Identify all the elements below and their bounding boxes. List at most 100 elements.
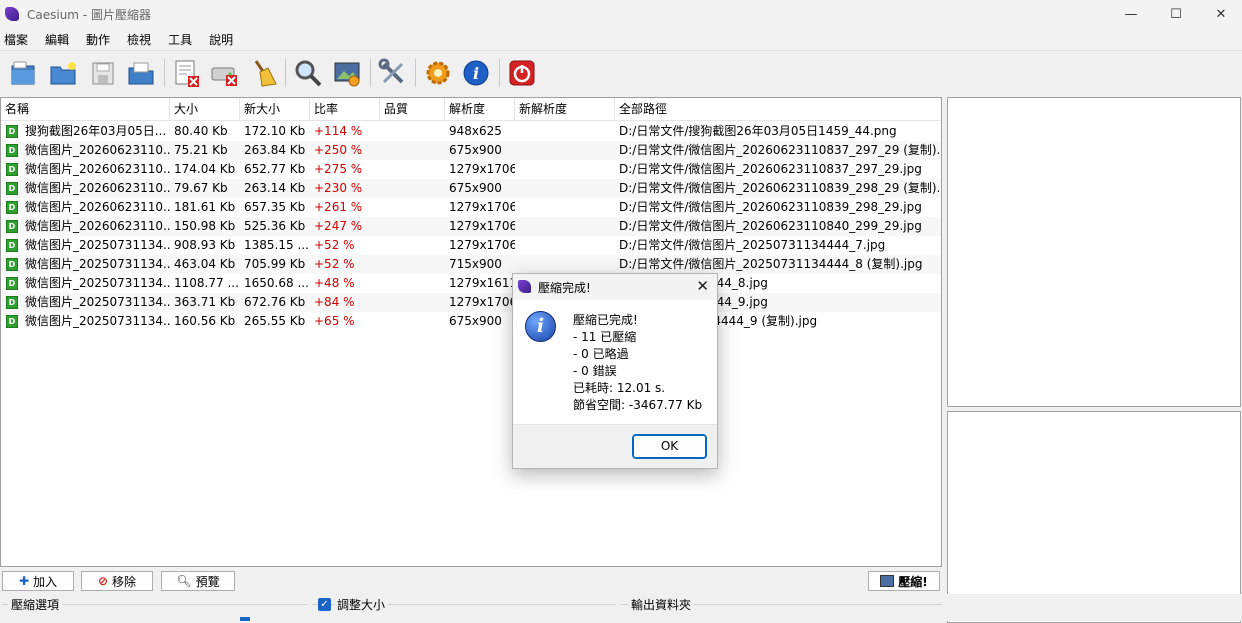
broom-icon[interactable] bbox=[247, 57, 279, 89]
cell-new-size: 672.76 Kb bbox=[244, 295, 306, 309]
save-icon[interactable] bbox=[87, 57, 119, 89]
cell-quality bbox=[384, 179, 445, 198]
cell-quality bbox=[384, 293, 445, 312]
cell-quality bbox=[384, 141, 445, 160]
cell-new-res bbox=[519, 198, 615, 217]
file-status-icon: D bbox=[6, 182, 18, 195]
caesium-logo-icon bbox=[5, 7, 19, 21]
resize-group: 調整大小 bbox=[312, 594, 616, 621]
cell-ratio: +48 % bbox=[314, 276, 355, 290]
info-icon[interactable]: i bbox=[460, 57, 492, 89]
column-quality[interactable]: 品質 bbox=[380, 98, 445, 121]
menu-file[interactable]: 檔案 bbox=[0, 31, 34, 48]
remove-button[interactable]: ⊘ 移除 bbox=[81, 571, 153, 591]
open-file-icon[interactable] bbox=[7, 57, 39, 89]
cell-name: 微信图片_20260623110... bbox=[25, 162, 170, 176]
cell-size: 908.93 Kb bbox=[174, 238, 236, 252]
table-row[interactable]: D 微信图片_20260623110... 150.98 Kb 525.36 Kb +2… bbox=[1, 217, 941, 236]
cell-name: 微信图片_20260623110... bbox=[25, 143, 170, 157]
column-resolution[interactable]: 解析度 bbox=[445, 98, 515, 121]
image-settings-icon[interactable] bbox=[331, 57, 363, 89]
output-folder-label: 輸出資料夾 bbox=[628, 596, 695, 613]
menu-action[interactable]: 動作 bbox=[82, 31, 116, 48]
cell-name: 微信图片_20260623110... bbox=[25, 219, 170, 233]
table-row[interactable]: D 微信图片_20250731134... 363.71 Kb 672.76 Kb +8… bbox=[1, 293, 941, 312]
cell-size: 174.04 Kb bbox=[174, 162, 236, 176]
column-new-resolution[interactable]: 新解析度 bbox=[515, 98, 615, 121]
compress-button[interactable]: 壓縮! bbox=[868, 571, 940, 591]
open-folder-icon[interactable] bbox=[47, 57, 79, 89]
cell-res: 1279x1706 bbox=[449, 162, 515, 176]
cell-name: 微信图片_20250731134... bbox=[25, 295, 170, 309]
options-area: 壓縮選項 調整大小 輸出資料夾 bbox=[0, 594, 1242, 621]
table-row[interactable]: D 微信图片_20260623110... 79.67 Kb 263.14 Kb +23… bbox=[1, 179, 941, 198]
clear-list-icon[interactable] bbox=[208, 57, 240, 89]
add-button[interactable]: ✚ 加入 bbox=[2, 571, 74, 591]
file-status-icon: D bbox=[6, 258, 18, 271]
cell-ratio: +261 % bbox=[314, 200, 363, 214]
file-status-icon: D bbox=[6, 220, 18, 233]
cell-name: 微信图片_20250731134... bbox=[25, 257, 170, 271]
preview-icon[interactable] bbox=[292, 57, 324, 89]
column-size[interactable]: 大小 bbox=[170, 98, 240, 121]
menu-view[interactable]: 檢視 bbox=[123, 31, 157, 48]
exit-icon[interactable] bbox=[506, 57, 538, 89]
cell-ratio: +52 % bbox=[314, 238, 355, 252]
cell-new-res bbox=[519, 236, 615, 255]
cell-new-size: 1650.68 ... bbox=[244, 276, 309, 290]
column-name[interactable]: 名稱 bbox=[1, 98, 170, 121]
cell-new-size: 657.35 Kb bbox=[244, 200, 306, 214]
menu-edit[interactable]: 編輯 bbox=[41, 31, 75, 48]
cell-path: D:/日常文件/微信图片_20260623110839_298_29.jpg bbox=[619, 200, 922, 214]
table-row[interactable]: D 微信图片_20250731134... 1108.77 ... 1650.68 .… bbox=[1, 274, 941, 293]
cell-name: 微信图片_20260623110... bbox=[25, 200, 170, 214]
quality-slider-handle[interactable] bbox=[240, 617, 250, 621]
cell-path: D:/日常文件/搜狗截图26年03月05日1459_44.png bbox=[619, 124, 897, 138]
cell-ratio: +114 % bbox=[314, 124, 363, 138]
save-as-icon[interactable] bbox=[125, 57, 157, 89]
maximize-button[interactable]: ☐ bbox=[1153, 0, 1199, 28]
dialog-message-line: 已耗時: 12.01 s. bbox=[573, 381, 666, 395]
remove-item-icon[interactable] bbox=[170, 57, 202, 89]
svg-text:i: i bbox=[473, 64, 479, 83]
dialog-message-line: - 11 已壓縮 bbox=[573, 330, 637, 344]
table-row[interactable]: D 微信图片_20250731134... 908.93 Kb 1385.15 ...… bbox=[1, 236, 941, 255]
table-row[interactable]: D 微信图片_20250731134... 160.56 Kb 265.55 Kb +6… bbox=[1, 312, 941, 331]
resize-checkbox[interactable]: ✓ bbox=[318, 598, 331, 611]
title-bar: Caesium - 圖片壓縮器 — ☐ ✕ bbox=[0, 0, 1242, 28]
dialog-footer: OK bbox=[513, 424, 717, 468]
table-row[interactable]: D 微信图片_20250731134... 463.04 Kb 705.99 Kb +5… bbox=[1, 255, 941, 274]
cell-new-res bbox=[519, 179, 615, 198]
close-button[interactable]: ✕ bbox=[1198, 0, 1242, 28]
menu-bar: 檔案 編輯 動作 檢視 工具 說明 bbox=[0, 28, 1242, 50]
column-new-size[interactable]: 新大小 bbox=[240, 98, 310, 121]
magnifier-icon: 🔍︎ bbox=[176, 574, 192, 588]
cell-size: 75.21 Kb bbox=[174, 143, 228, 157]
table-row[interactable]: D 微信图片_20260623110... 174.04 Kb 652.77 Kb +2… bbox=[1, 160, 941, 179]
file-list[interactable]: 名稱 大小 新大小 比率 品質 解析度 新解析度 全部路徑 D 搜狗截图26年03… bbox=[0, 97, 942, 567]
menu-help[interactable]: 說明 bbox=[205, 31, 239, 48]
cell-size: 150.98 Kb bbox=[174, 219, 236, 233]
column-full-path[interactable]: 全部路徑 bbox=[615, 98, 941, 121]
toolbar: i bbox=[0, 50, 1242, 94]
table-row[interactable]: D 微信图片_20260623110... 181.61 Kb 657.35 Kb +2… bbox=[1, 198, 941, 217]
preview-button[interactable]: 🔍︎ 預覽 bbox=[161, 571, 235, 591]
cell-quality bbox=[384, 255, 445, 274]
cell-path: D:/日常文件/微信图片_20250731134444_8 (复制).jpg bbox=[619, 257, 923, 271]
table-row[interactable]: D 微信图片_20260623110... 75.21 Kb 263.84 Kb +25… bbox=[1, 141, 941, 160]
ok-button[interactable]: OK bbox=[632, 434, 707, 459]
column-ratio[interactable]: 比率 bbox=[310, 98, 380, 121]
cell-ratio: +84 % bbox=[314, 295, 355, 309]
cell-new-res bbox=[519, 217, 615, 236]
dialog-close-icon[interactable]: ✕ bbox=[696, 277, 709, 295]
information-icon: i bbox=[525, 311, 556, 342]
cell-size: 1108.77 ... bbox=[174, 276, 239, 290]
original-preview-panel bbox=[947, 97, 1241, 407]
table-row[interactable]: D 搜狗截图26年03月05日... 80.40 Kb 172.10 Kb +114 %… bbox=[1, 122, 941, 141]
file-status-icon: D bbox=[6, 239, 18, 252]
dialog-message-line: - 0 錯誤 bbox=[573, 364, 617, 378]
tools-icon[interactable] bbox=[377, 57, 409, 89]
menu-tools[interactable]: 工具 bbox=[164, 31, 198, 48]
minimize-button[interactable]: — bbox=[1108, 0, 1154, 28]
settings-icon[interactable] bbox=[422, 57, 454, 89]
